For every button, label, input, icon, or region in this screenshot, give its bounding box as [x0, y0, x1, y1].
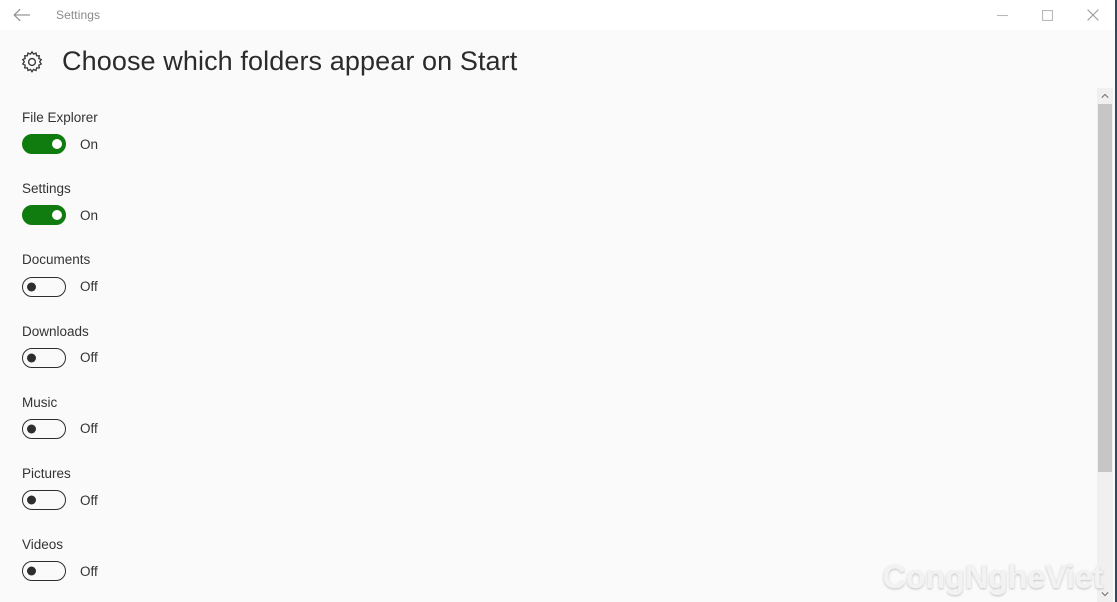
toggle-knob — [52, 139, 62, 150]
toggle-knob — [27, 566, 36, 576]
gear-icon — [21, 50, 43, 73]
setting-label: Documents — [22, 252, 91, 268]
toggle-line: On — [22, 205, 442, 226]
vertical-scrollbar[interactable] — [1097, 88, 1113, 602]
setting-label: Settings — [22, 181, 71, 197]
setting-label: Videos — [22, 537, 64, 553]
toggle-downloads[interactable] — [22, 347, 66, 368]
settings-window: Settings Choose which folders appear on … — [0, 0, 1117, 602]
setting-label: Downloads — [22, 323, 89, 339]
toggle-file-explorer[interactable] — [22, 134, 66, 155]
scroll-down-button[interactable] — [1097, 586, 1113, 602]
chevron-up-icon — [1101, 93, 1109, 98]
setting-label: File Explorer — [22, 110, 98, 125]
toggle-knob — [27, 282, 36, 292]
toggle-state-label: Off — [80, 492, 98, 508]
toggle-documents[interactable] — [22, 276, 66, 297]
close-icon — [1086, 9, 1099, 21]
toggle-line: Off — [22, 418, 442, 439]
toggle-knob — [27, 495, 36, 505]
toggle-line: On — [22, 134, 442, 155]
toggle-line: Off — [22, 276, 442, 297]
toggle-line: Off — [22, 490, 442, 511]
toggle-knob — [27, 424, 36, 434]
setting-row-pictures: Pictures Off — [22, 465, 442, 511]
back-button[interactable] — [0, 0, 44, 30]
minimize-icon — [997, 14, 1008, 16]
setting-row-music: Music Off — [22, 395, 442, 439]
toggle-line: Off — [22, 347, 442, 368]
toggle-videos[interactable] — [22, 561, 66, 582]
toggle-state-label: Off — [80, 563, 98, 579]
toggle-knob — [52, 210, 62, 221]
chevron-down-icon — [1101, 592, 1109, 597]
page-header: Choose which folders appear on Start — [20, 48, 517, 75]
toggle-music[interactable] — [22, 418, 66, 439]
close-button[interactable] — [1070, 0, 1115, 30]
toggle-state-label: On — [80, 207, 99, 223]
setting-label: Pictures — [22, 465, 71, 481]
maximize-button[interactable] — [1025, 0, 1070, 30]
toggle-state-label: On — [80, 136, 99, 152]
page-title: Choose which folders appear on Start — [62, 46, 518, 76]
folder-toggle-list: File Explorer On Settings On Documents O… — [22, 110, 442, 602]
setting-row-videos: Videos Off — [22, 537, 442, 582]
scroll-up-button[interactable] — [1097, 88, 1113, 104]
setting-label: Music — [22, 394, 58, 410]
toggle-knob — [27, 353, 36, 363]
app-title: Settings — [56, 8, 101, 22]
toggle-pictures[interactable] — [22, 490, 66, 511]
setting-row-documents: Documents Off — [22, 252, 442, 297]
toggle-line: Off — [22, 561, 442, 582]
arrow-left-icon — [13, 8, 30, 22]
toggle-settings[interactable] — [22, 205, 66, 226]
scroll-thumb[interactable] — [1098, 104, 1112, 472]
maximize-icon — [1042, 9, 1053, 21]
toggle-state-label: Off — [80, 421, 98, 437]
minimize-button[interactable] — [980, 0, 1025, 30]
setting-row-downloads: Downloads Off — [22, 324, 442, 368]
watermark: CongNgheViet — [882, 558, 1103, 595]
window-controls — [980, 0, 1115, 30]
setting-row-settings: Settings On — [22, 181, 442, 226]
title-bar: Settings — [0, 0, 1115, 30]
toggle-state-label: Off — [80, 279, 98, 295]
toggle-state-label: Off — [80, 350, 98, 366]
setting-row-file-explorer: File Explorer On — [22, 110, 442, 155]
